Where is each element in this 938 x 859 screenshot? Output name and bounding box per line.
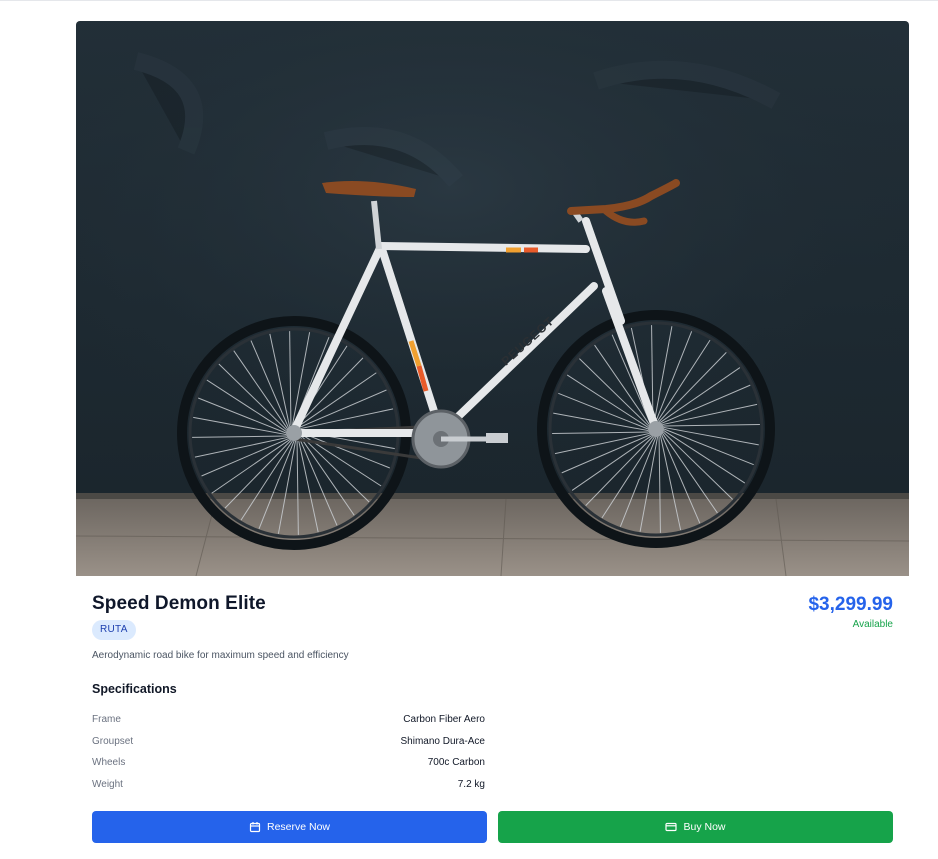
buy-now-label: Buy Now — [683, 821, 726, 833]
spec-label: Weight — [92, 778, 123, 790]
spec-row: Wheels 700c Carbon — [92, 752, 485, 774]
product-description: Aerodynamic road bike for maximum speed … — [92, 650, 349, 661]
specifications-table: Frame Carbon Fiber Aero Groupset Shimano… — [92, 709, 485, 795]
spec-value: 7.2 kg — [457, 778, 485, 790]
category-badge: RUTA — [92, 620, 136, 640]
spec-label: Groupset — [92, 735, 134, 747]
product-image: PEUGEOT — [76, 21, 909, 576]
reserve-now-button[interactable]: Reserve Now — [92, 811, 487, 843]
product-card: PEUGEOT Speed Demon Elite RUTA $3,299.99… — [76, 21, 909, 859]
availability-status: Available — [852, 619, 893, 630]
spec-value: Carbon Fiber Aero — [403, 714, 485, 726]
credit-card-icon — [665, 821, 678, 833]
specifications-heading: Specifications — [92, 682, 177, 696]
product-price: $3,299.99 — [808, 594, 893, 615]
spec-label: Frame — [92, 714, 121, 726]
reserve-now-label: Reserve Now — [266, 821, 331, 833]
buy-now-button[interactable]: Buy Now — [498, 811, 893, 843]
spec-value: 700c Carbon — [427, 757, 485, 769]
spec-value: Shimano Dura-Ace — [400, 735, 485, 747]
spec-label: Wheels — [92, 757, 126, 769]
top-divider — [0, 0, 938, 1]
spec-row: Groupset Shimano Dura-Ace — [92, 731, 485, 753]
spec-row: Frame Carbon Fiber Aero — [92, 709, 485, 731]
spec-row: Weight 7.2 kg — [92, 774, 485, 796]
product-title: Speed Demon Elite — [92, 593, 266, 614]
calendar-icon — [249, 821, 261, 833]
